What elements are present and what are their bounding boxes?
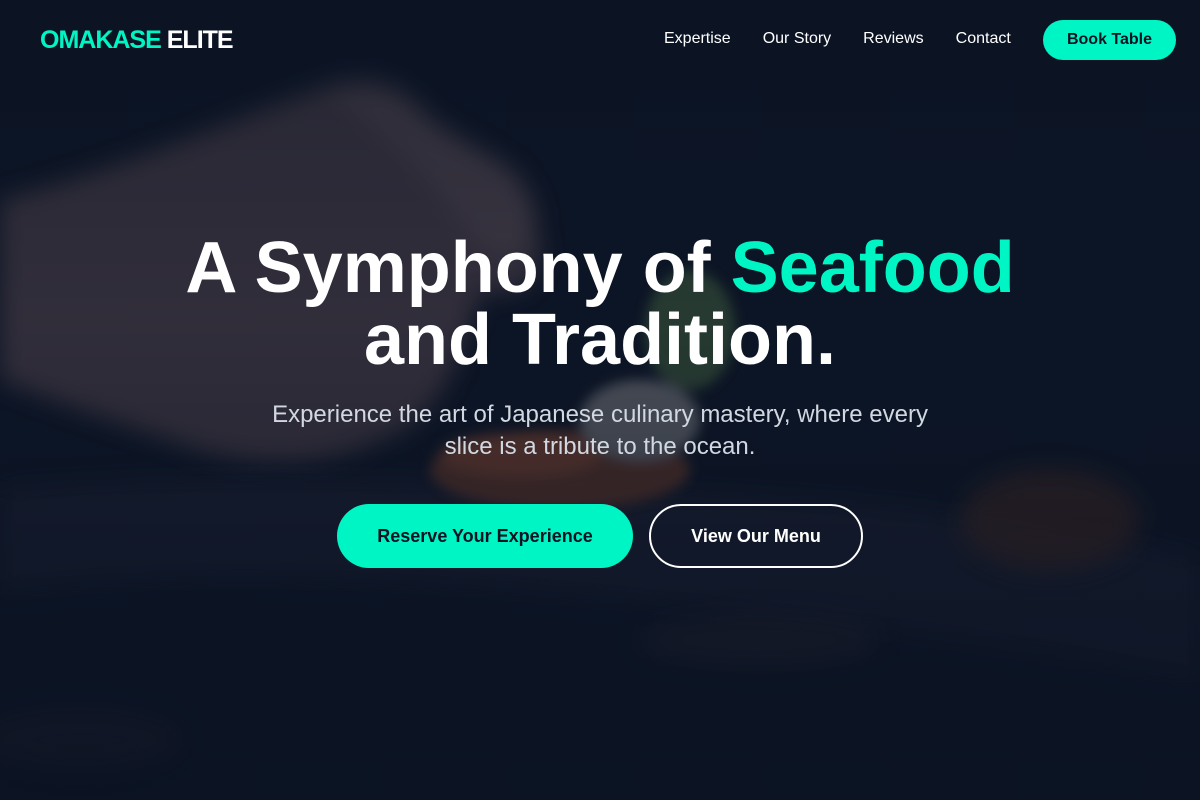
hero-headline: A Symphony of Seafood and Tradition. <box>0 232 1200 376</box>
headline-pre: A Symphony of <box>185 228 731 308</box>
headline-post: and Tradition. <box>363 300 836 380</box>
top-navigation: OMAKASE ELITE Expertise Our Story Review… <box>0 0 1200 80</box>
nav-link-reviews[interactable]: Reviews <box>863 29 923 49</box>
brand-name-part2: ELITE <box>166 26 234 54</box>
view-menu-button[interactable]: View Our Menu <box>649 504 863 568</box>
nav-link-expertise[interactable]: Expertise <box>664 29 731 49</box>
headline-accent: Seafood <box>730 228 1015 308</box>
nav-links: Expertise Our Story Reviews Contact <box>664 29 1011 49</box>
nav-link-contact[interactable]: Contact <box>956 29 1011 49</box>
hero-section: OMAKASE ELITE Expertise Our Story Review… <box>0 0 1200 800</box>
brand-name-part1: OMAKASE <box>40 26 162 54</box>
hero-subheadline: Experience the art of Japanese culinary … <box>272 401 928 460</box>
book-table-button[interactable]: Book Table <box>1043 20 1176 60</box>
nav-link-our-story[interactable]: Our Story <box>763 29 831 49</box>
reserve-experience-button[interactable]: Reserve Your Experience <box>337 504 633 568</box>
brand-logo[interactable]: OMAKASE ELITE <box>40 25 234 55</box>
